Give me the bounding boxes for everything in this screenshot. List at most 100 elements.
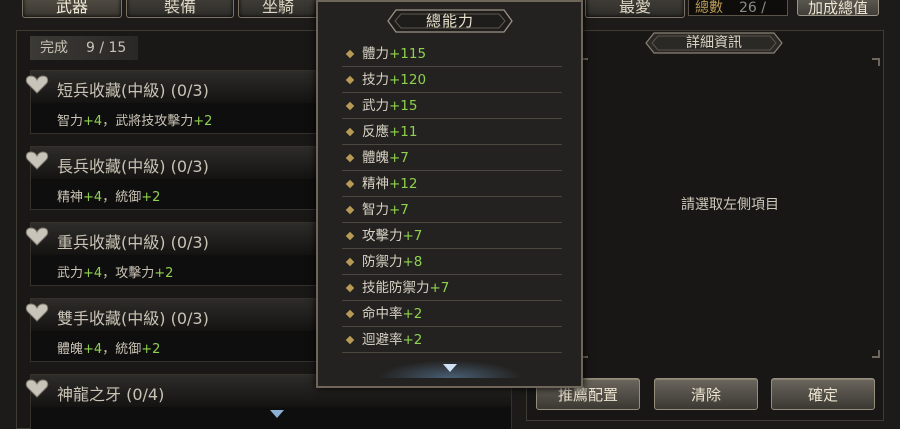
favorite-heart-icon[interactable]: [25, 73, 49, 95]
diamond-bullet-icon: [345, 127, 355, 137]
completion-progress: 完成 9 / 15: [30, 36, 138, 60]
diamond-bullet-icon: [345, 75, 355, 85]
popup-title: 總能力: [425, 12, 474, 30]
detail-placeholder: 請選取左側項目: [681, 197, 779, 213]
diamond-bullet-icon: [345, 153, 355, 163]
stat-row: 體力+115: [342, 41, 562, 67]
bonus-value: +2: [193, 114, 213, 129]
bonus-stat: 智力: [57, 114, 84, 129]
total-count: 總數26 / 41: [688, 0, 788, 50]
collection-name: 短兵收藏(中級) (0/3): [57, 81, 209, 100]
stat-name: 智力: [362, 202, 389, 218]
diamond-bullet-icon: [345, 101, 355, 111]
stat-bonus: +11: [389, 124, 418, 140]
stat-name: 技力: [362, 72, 389, 88]
bonus-value: +2: [154, 266, 174, 281]
collection-name: 雙手收藏(中級) (0/3): [57, 309, 209, 328]
stat-row: 命中率+2: [342, 301, 562, 327]
bonus-total-button[interactable]: 加成總值: [797, 0, 879, 17]
diamond-bullet-icon: [345, 335, 355, 345]
completion-label: 完成: [40, 40, 68, 56]
stat-bonus: +7: [429, 280, 450, 296]
stat-row: 防禦力+8: [342, 249, 562, 275]
stat-bonus: +8: [402, 254, 423, 270]
collection-bonus: 體魄+4，統御+2: [57, 342, 161, 357]
stat-row: 迴避率+2: [342, 327, 562, 353]
clear-button[interactable]: 清除: [654, 378, 758, 410]
bonus-value: +4: [83, 342, 103, 357]
stat-bonus: +12: [389, 176, 418, 192]
stat-list: 體力+115 技力+120 武力+15 反應+11 體魄+7 精神+12 智力+7 攻擊力+7…: [342, 41, 562, 353]
stat-name: 反應: [362, 124, 389, 140]
stat-row: 智力+7: [342, 197, 562, 223]
bonus-stat: 精神: [57, 190, 84, 205]
stat-row: 技能防禦力+7: [342, 275, 562, 301]
favorite-heart-icon[interactable]: [25, 149, 49, 171]
favorite-heart-icon[interactable]: [25, 225, 49, 247]
total-stats-popup: 總能力 體力+115 技力+120 武力+15 反應+11 體魄+7 精神+12 智力+7 攻…: [316, 0, 583, 388]
stat-name: 精神: [362, 176, 389, 192]
tab-equipment[interactable]: 裝備: [126, 0, 234, 18]
bonus-stat: 統御: [115, 190, 142, 205]
collection-bonus: 智力+4，武將技攻擊力+2: [57, 114, 213, 129]
stat-name: 體魄: [362, 150, 389, 166]
bonus-value: +2: [141, 190, 161, 205]
scroll-down-icon[interactable]: [443, 364, 457, 372]
stat-name: 攻擊力: [362, 228, 403, 244]
detail-header: 詳細資訊: [644, 30, 784, 56]
stat-bonus: +7: [389, 202, 409, 218]
stat-row: 武力+15: [342, 93, 562, 119]
stat-name: 體力: [362, 46, 389, 62]
scroll-down-icon[interactable]: [270, 410, 284, 418]
diamond-bullet-icon: [345, 231, 355, 241]
diamond-bullet-icon: [345, 309, 355, 319]
tab-favorites[interactable]: 最愛: [585, 0, 685, 18]
diamond-bullet-icon: [345, 49, 355, 59]
collection-name: 長兵收藏(中級) (0/3): [57, 157, 209, 176]
detail-title: 詳細資訊: [686, 35, 742, 51]
stat-row: 體魄+7: [342, 145, 562, 171]
stat-name: 命中率: [362, 306, 403, 322]
diamond-bullet-icon: [345, 283, 355, 293]
bonus-stat: 武力: [57, 266, 84, 281]
bonus-stat: 統御: [115, 342, 142, 357]
stat-bonus: +7: [402, 228, 423, 244]
stat-bonus: +115: [389, 46, 427, 62]
stat-row: 攻擊力+7: [342, 223, 562, 249]
bonus-stat: 體魄: [57, 342, 84, 357]
diamond-bullet-icon: [345, 205, 355, 215]
collection-name: 神龍之牙 (0/4): [57, 385, 165, 404]
stat-bonus: +2: [402, 306, 423, 322]
collection-bonus: 精神+4，統御+2: [57, 190, 161, 205]
bonus-value: +4: [83, 114, 103, 129]
stat-name: 防禦力: [362, 254, 403, 270]
favorite-heart-icon[interactable]: [25, 377, 49, 399]
stat-name: 武力: [362, 98, 389, 114]
stat-row: 精神+12: [342, 171, 562, 197]
stat-bonus: +15: [389, 98, 418, 114]
bonus-stat: 武將技攻擊力: [115, 114, 194, 129]
confirm-button[interactable]: 確定: [771, 378, 875, 410]
popup-title-frame: 總能力: [386, 8, 514, 34]
bonus-value: +4: [83, 190, 103, 205]
diamond-bullet-icon: [345, 257, 355, 267]
stat-row: 技力+120: [342, 67, 562, 93]
bonus-value: +4: [83, 266, 103, 281]
stat-bonus: +2: [402, 332, 423, 348]
bonus-stat: 攻擊力: [115, 266, 155, 281]
stat-name: 迴避率: [362, 332, 403, 348]
tab-mounts[interactable]: 坐騎: [238, 0, 318, 18]
collection-bonus: 武力+4，攻擊力+2: [57, 266, 174, 281]
bonus-value: +2: [141, 342, 161, 357]
total-label: 總數: [695, 0, 723, 16]
diamond-bullet-icon: [345, 179, 355, 189]
collection-name: 重兵收藏(中級) (0/3): [57, 233, 209, 252]
stat-row: 反應+11: [342, 119, 562, 145]
favorite-heart-icon[interactable]: [25, 301, 49, 323]
stat-bonus: +7: [389, 150, 409, 166]
completion-value: 9 / 15: [86, 40, 127, 56]
collection-screen: 武器 裝備 坐騎 最愛 總數26 / 41 加成總值 完成 9 / 15 短兵收藏…: [0, 0, 900, 429]
tab-weapons[interactable]: 武器: [22, 0, 122, 18]
stat-name: 技能防禦力: [362, 280, 430, 296]
stat-bonus: +120: [389, 72, 427, 88]
